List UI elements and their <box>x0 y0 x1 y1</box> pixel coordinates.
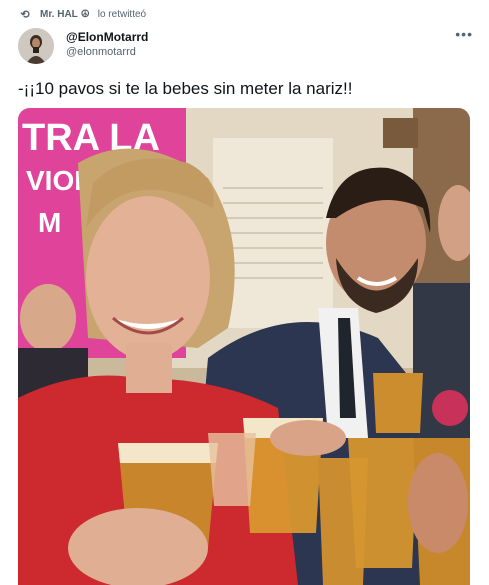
avatar[interactable] <box>18 28 54 64</box>
peace-symbol-icon: ☮ <box>80 9 90 20</box>
more-horizontal-icon[interactable]: ••• <box>455 26 473 42</box>
tweet-header: @ElonMotarrd @elonmotarrd ••• <box>18 26 477 66</box>
retweet-icon: ⟲ <box>20 9 30 21</box>
tweet-text: -¡¡10 pavos si te la bebes sin meter la … <box>18 79 353 98</box>
user-handle[interactable]: @elonmotarrd <box>66 45 148 60</box>
retweet-action-text: lo retwitteó <box>97 9 147 20</box>
retweet-context: ⟲ Mr. HAL ☮ lo retwitteó <box>18 8 146 21</box>
display-name[interactable]: @ElonMotarrd <box>66 29 148 45</box>
retweeter-name[interactable]: Mr. HAL <box>40 9 78 20</box>
sign-text-line-3: M <box>38 207 61 238</box>
tweet-photo[interactable]: TRA LA VIOL M <box>18 108 470 585</box>
